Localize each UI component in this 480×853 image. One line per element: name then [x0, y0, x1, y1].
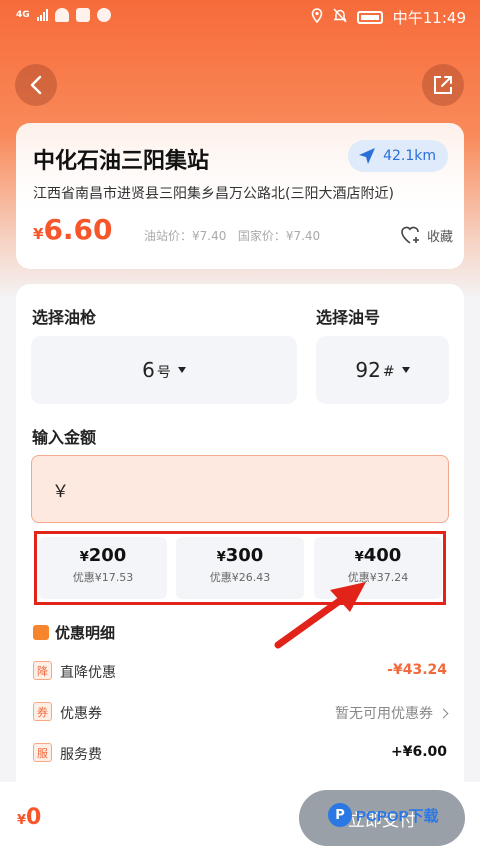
shield-app-icon — [75, 8, 90, 22]
station-price: 油站价：¥7.40 — [144, 229, 227, 243]
fuel-type-label: 选择油号 — [316, 308, 381, 327]
amount-currency: ￥ — [52, 481, 69, 502]
status-time: 中午11:49 — [392, 9, 466, 27]
share-external-icon — [434, 76, 452, 94]
watermark: P PCPOP下载 — [328, 803, 439, 827]
network-type: 4G — [16, 10, 30, 20]
price-row: ¥6.60 油站价：¥7.40 国家价：¥7.40 收藏 — [33, 213, 453, 249]
station-address: 江西省南昌市进贤县三阳集乡昌万公路北(三阳大酒店附近) — [33, 186, 394, 202]
service-fee-row: 服 服务费 +¥6.00 — [33, 742, 447, 766]
order-form-card: 选择油枪 选择油号 6号 92 # 输入金额 ￥ ¥200 优惠¥17.53 ¥3… — [16, 284, 464, 804]
coupon-row[interactable]: 券 优惠券 暂无可用优惠券 — [33, 701, 449, 725]
navigation-arrow-icon — [359, 148, 376, 164]
preset-amount-300[interactable]: ¥300 优惠¥26.43 — [176, 537, 304, 599]
service-badge: 服 — [33, 743, 52, 762]
price-compare: 油站价：¥7.40 国家价：¥7.40 — [144, 227, 320, 244]
preset-amount-400[interactable]: ¥400 优惠¥37.24 — [314, 537, 442, 599]
direct-discount-value: -¥43.24 — [387, 662, 447, 678]
amount-input[interactable] — [75, 479, 375, 499]
nozzle-label: 选择油枪 — [32, 308, 97, 327]
heart-plus-icon — [401, 226, 419, 244]
national-price: 国家价：¥7.40 — [237, 229, 321, 243]
discount-badge: 降 — [33, 661, 52, 680]
thumbs-up-icon — [33, 625, 49, 640]
distance-text: 42.1km — [383, 148, 436, 164]
pcpop-logo-icon: P — [328, 803, 352, 827]
wechat-icon — [96, 8, 111, 22]
chevron-left-icon — [30, 75, 42, 95]
amount-label: 输入金额 — [32, 428, 97, 447]
favorite-button[interactable]: 收藏 — [400, 225, 453, 245]
fuel-type-select[interactable]: 92 # — [316, 336, 449, 404]
wifi-icon — [54, 8, 69, 22]
navigation-button[interactable]: 42.1km — [348, 140, 448, 172]
service-fee-value: +¥6.00 — [390, 744, 447, 760]
back-button[interactable] — [15, 64, 57, 106]
station-name: 中化石油三阳集站 — [33, 149, 210, 174]
battery-icon — [356, 11, 383, 24]
share-button[interactable] — [422, 64, 464, 106]
total-amount: ¥0 — [17, 805, 42, 830]
status-bar: 4G 中午11:49 — [0, 0, 480, 34]
current-price: ¥6.60 — [33, 213, 113, 246]
discount-detail-title: 优惠明细 — [33, 622, 115, 643]
preset-amount-200[interactable]: ¥200 优惠¥17.53 — [39, 537, 167, 599]
amount-field[interactable]: ￥ — [31, 455, 449, 523]
direct-discount-row: 降 直降优惠 -¥43.24 — [33, 660, 447, 684]
caret-down-icon — [177, 367, 186, 373]
nozzle-select[interactable]: 6号 — [31, 336, 297, 404]
caret-down-icon — [401, 367, 410, 373]
chevron-right-icon — [438, 708, 449, 719]
coupon-badge: 券 — [33, 702, 52, 721]
mute-bell-icon — [333, 8, 347, 27]
signal-icon — [36, 9, 48, 21]
station-card: 中化石油三阳集站 42.1km 江西省南昌市进贤县三阳集乡昌万公路北(三阳大酒店… — [16, 123, 464, 269]
location-icon — [311, 8, 323, 27]
coupon-value: 暂无可用优惠券 — [335, 703, 449, 723]
